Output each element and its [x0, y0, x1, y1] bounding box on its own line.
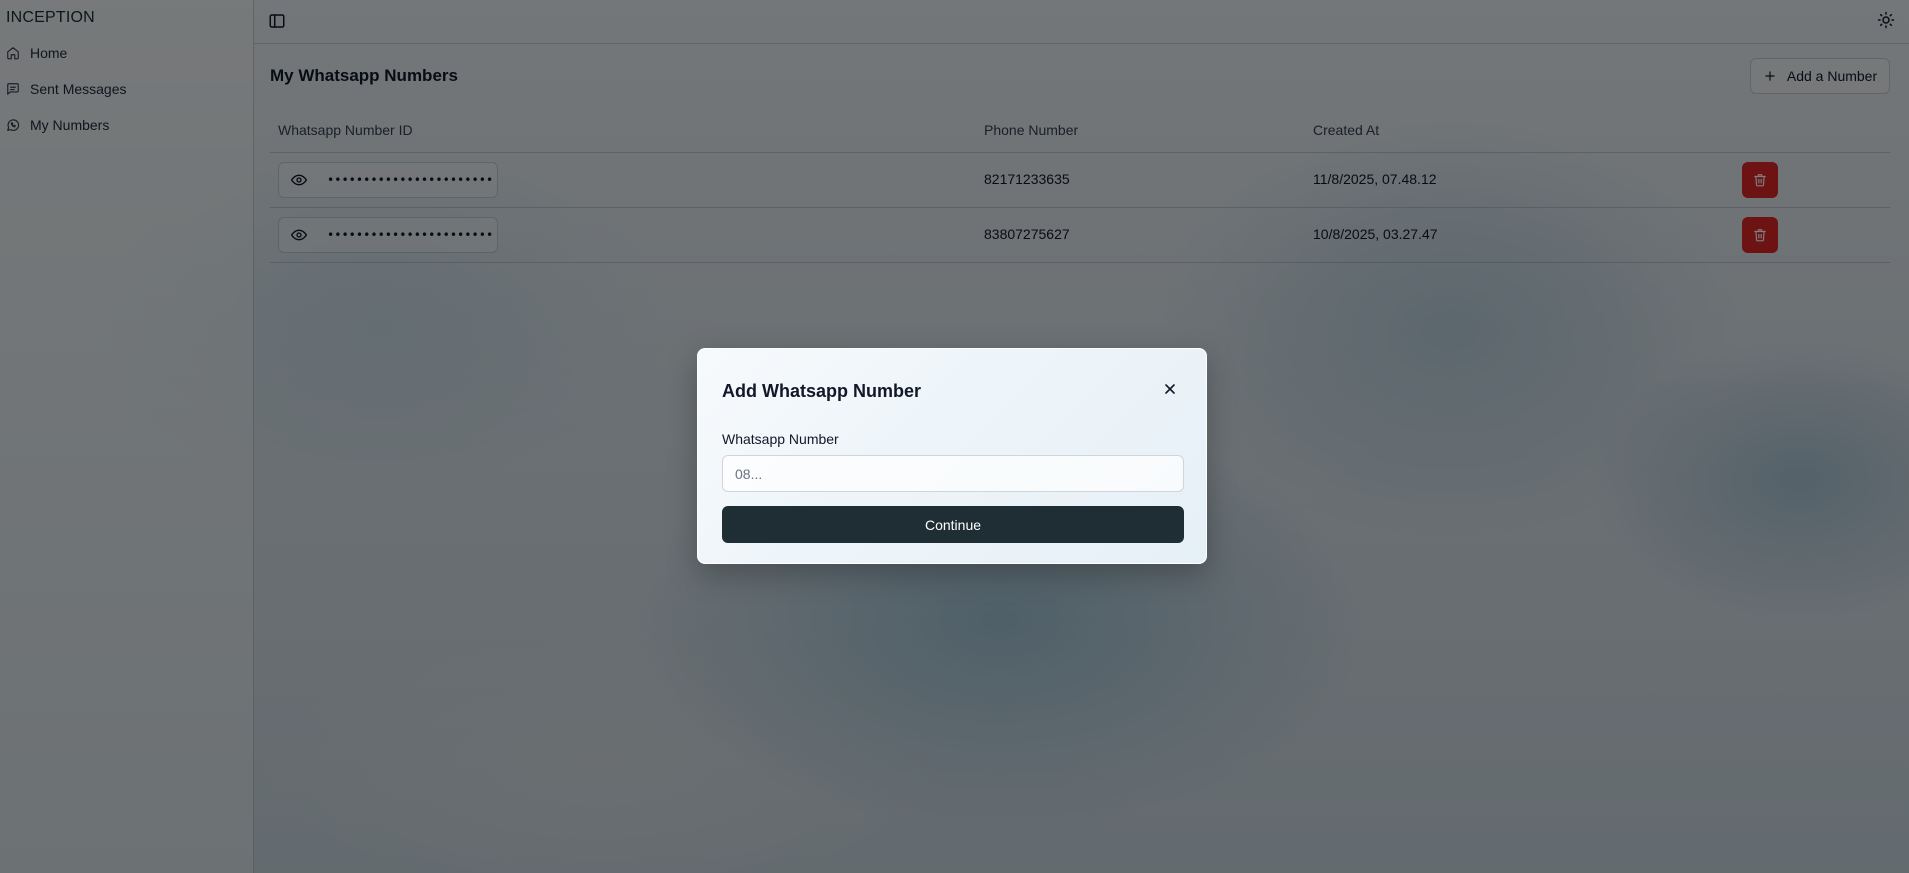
- add-number-dialog: Add Whatsapp Number Whatsapp Number Cont…: [697, 348, 1207, 564]
- whatsapp-number-input[interactable]: [722, 455, 1184, 492]
- close-icon[interactable]: [1162, 381, 1178, 397]
- whatsapp-number-label: Whatsapp Number: [722, 431, 839, 447]
- dialog-title: Add Whatsapp Number: [722, 381, 922, 401]
- continue-button[interactable]: Continue: [722, 506, 1184, 543]
